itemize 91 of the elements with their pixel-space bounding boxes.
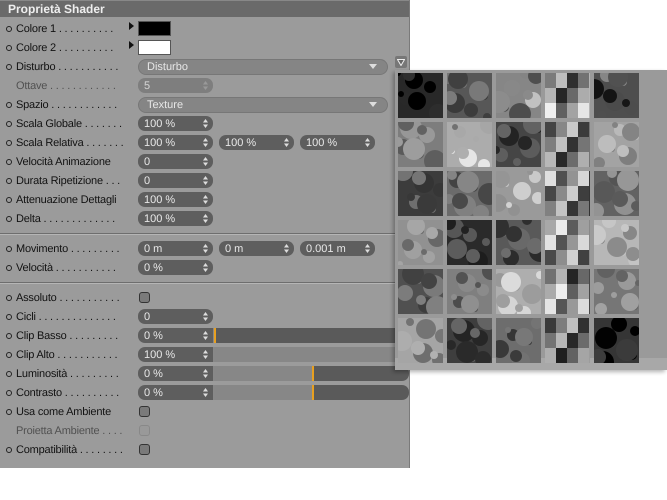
keyframe-icon[interactable] — [6, 370, 12, 376]
field-label: Velocità . . . . . . . . . . . — [16, 262, 116, 274]
keyframe-icon[interactable] — [6, 26, 12, 32]
number-field[interactable]: 0 % — [138, 260, 213, 275]
caret-icon — [369, 102, 377, 107]
field-label: Clip Basso . . . . . . . . . — [16, 330, 118, 342]
field-label: Delta . . . . . . . . . . . . . — [16, 212, 115, 224]
keyframe-icon[interactable] — [6, 196, 12, 202]
number-field[interactable]: 0.001 m — [300, 241, 375, 256]
field-label: Colore 2 . . . . . . . . . . — [16, 42, 114, 54]
stepper-icon[interactable] — [203, 263, 208, 272]
stepper-icon[interactable] — [203, 312, 208, 321]
keyframe-icon[interactable] — [6, 246, 12, 252]
field-label: Usa come Ambiente — [16, 406, 112, 418]
keyframe-icon[interactable] — [6, 158, 12, 164]
keyframe-icon[interactable] — [6, 314, 12, 320]
caret-icon — [369, 64, 377, 69]
field-label: Cicli . . . . . . . . . . . . . . — [16, 310, 116, 322]
field-label: Assoluto . . . . . . . . . . . — [16, 292, 120, 304]
expand-arrow-icon[interactable] — [129, 41, 134, 49]
keyframe-icon[interactable] — [6, 64, 12, 70]
field-label: Velocità Animazione — [16, 156, 111, 168]
number-field[interactable]: 100 % — [138, 347, 213, 362]
keyframe-icon[interactable] — [6, 294, 12, 300]
field-label: Colore 1 . . . . . . . . . . — [16, 22, 114, 34]
number-field[interactable]: 100 % — [138, 116, 213, 131]
checkbox[interactable] — [139, 406, 150, 417]
color-swatch[interactable] — [138, 40, 171, 55]
field-label: Proietta Ambiente . . . . — [16, 424, 122, 436]
number-field[interactable]: 0 % — [138, 328, 213, 343]
stepper-icon[interactable] — [365, 138, 370, 147]
number-field[interactable]: 0 m — [219, 241, 294, 256]
number-field[interactable]: 0 — [138, 173, 213, 188]
number-field[interactable]: 0 m — [138, 241, 213, 256]
field-label: Spazio . . . . . . . . . . . . — [16, 98, 117, 110]
stepper-icon[interactable] — [203, 244, 208, 253]
number-field[interactable]: 100 % — [138, 135, 213, 150]
number-field[interactable]: 0 — [138, 154, 213, 169]
number-field[interactable]: 100 % — [138, 211, 213, 226]
field-label: Scala Globale . . . . . . . — [16, 118, 122, 130]
stepper-icon[interactable] — [284, 244, 289, 253]
keyframe-icon[interactable] — [6, 446, 12, 452]
number-field[interactable]: 0 % — [138, 385, 213, 400]
keyframe-icon[interactable] — [6, 120, 12, 126]
keyframe-icon[interactable] — [6, 352, 12, 358]
stepper-icon[interactable] — [284, 138, 289, 147]
number-field[interactable]: 100 % — [138, 192, 213, 207]
stepper-icon[interactable] — [203, 176, 208, 185]
field-label: Scala Relativa . . . . . . . — [16, 136, 124, 148]
stepper-icon[interactable] — [203, 157, 208, 166]
dropdown[interactable]: Texture — [138, 96, 388, 112]
keyframe-icon[interactable] — [6, 102, 12, 108]
field-label: Attenuazione Dettagli — [16, 194, 116, 206]
field-label: Durata Ripetizione . . . — [16, 174, 120, 186]
dropdown[interactable]: Disturbo — [138, 58, 388, 74]
stepper-icon[interactable] — [203, 195, 208, 204]
field-label: Contrasto . . . . . . . . . . — [16, 386, 120, 398]
stepper-icon[interactable] — [203, 369, 208, 378]
keyframe-icon[interactable] — [6, 390, 12, 396]
stepper-icon[interactable] — [203, 350, 208, 359]
keyframe-icon[interactable] — [6, 140, 12, 146]
number-field[interactable]: 100 % — [219, 135, 294, 150]
keyframe-icon[interactable] — [6, 216, 12, 222]
number-field[interactable]: 100 % — [300, 135, 375, 150]
field-label: Movimento . . . . . . . . . — [16, 242, 120, 254]
panel-title: Proprietà Shader — [0, 0, 409, 17]
expand-arrow-icon[interactable] — [129, 22, 134, 30]
stepper-icon[interactable] — [203, 119, 208, 128]
keyframe-icon[interactable] — [6, 178, 12, 184]
preset-menu-button[interactable] — [395, 56, 407, 68]
checkbox[interactable] — [139, 444, 150, 455]
slider-fill[interactable] — [214, 385, 314, 400]
stepper-icon[interactable] — [365, 244, 370, 253]
keyframe-icon[interactable] — [6, 408, 12, 414]
stepper-icon[interactable] — [203, 388, 208, 397]
keyframe-icon[interactable] — [6, 44, 12, 50]
field-label: Compatibilità . . . . . . . . — [16, 444, 123, 456]
number-field[interactable]: 0 — [138, 309, 213, 324]
stepper-icon[interactable] — [203, 138, 208, 147]
keyframe-icon[interactable] — [6, 332, 12, 338]
stepper-icon[interactable] — [203, 331, 208, 340]
checkbox[interactable] — [139, 292, 150, 303]
keyframe-icon[interactable] — [6, 264, 12, 270]
field-label: Luminosità . . . . . . . . . — [16, 368, 119, 380]
field-label: Ottave . . . . . . . . . . . . — [16, 80, 116, 92]
field-label: Disturbo . . . . . . . . . . . — [16, 60, 118, 72]
color-swatch[interactable] — [138, 21, 171, 36]
number-field[interactable]: 0 % — [138, 366, 213, 381]
slider-fill[interactable] — [214, 366, 314, 381]
field-label: Clip Alto . . . . . . . . . . . — [16, 348, 118, 360]
stepper-icon[interactable] — [203, 214, 208, 223]
